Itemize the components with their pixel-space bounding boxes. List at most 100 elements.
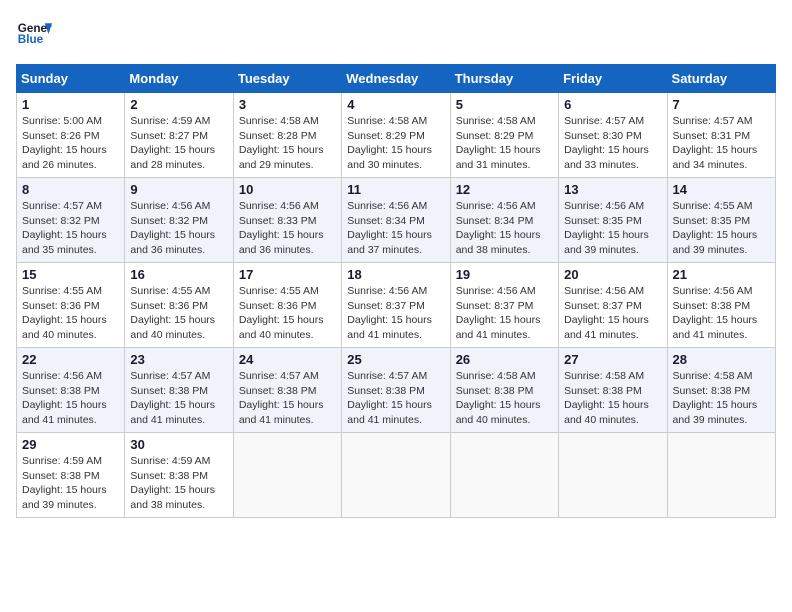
calendar-cell: 2 Sunrise: 4:59 AM Sunset: 8:27 PM Daylig… <box>125 93 233 178</box>
day-number: 11 <box>347 182 444 197</box>
day-number: 15 <box>22 267 119 282</box>
logo: General Blue <box>16 16 52 52</box>
calendar-cell: 8 Sunrise: 4:57 AM Sunset: 8:32 PM Daylig… <box>17 178 125 263</box>
calendar-cell: 14Sunrise: 4:55 AM Sunset: 8:35 PM Dayli… <box>667 178 775 263</box>
calendar-cell: 30 Sunrise: 4:59 AM Sunset: 8:38 PM Dayli… <box>125 433 233 518</box>
calendar-cell: 18 Sunrise: 4:56 AM Sunset: 8:37 PM Dayli… <box>342 263 450 348</box>
calendar-cell: 13 Sunrise: 4:56 AM Sunset: 8:35 PM Dayli… <box>559 178 667 263</box>
calendar-cell: 26 Sunrise: 4:58 AM Sunset: 8:38 PM Dayli… <box>450 348 558 433</box>
day-number: 2 <box>130 97 227 112</box>
logo-icon: General Blue <box>16 16 52 52</box>
day-info: Sunrise: 4:56 AM Sunset: 8:37 PM Dayligh… <box>564 284 661 343</box>
day-number: 27 <box>564 352 661 367</box>
day-info: Sunrise: 4:58 AM Sunset: 8:29 PM Dayligh… <box>456 114 553 173</box>
week-row-4: 22Sunrise: 4:56 AM Sunset: 8:38 PM Dayli… <box>17 348 776 433</box>
day-info: Sunrise: 4:56 AM Sunset: 8:38 PM Dayligh… <box>673 284 770 343</box>
day-info: Sunrise: 4:55 AM Sunset: 8:35 PM Dayligh… <box>673 199 770 258</box>
calendar-cell: 27 Sunrise: 4:58 AM Sunset: 8:38 PM Dayli… <box>559 348 667 433</box>
day-info: Sunrise: 4:55 AM Sunset: 8:36 PM Dayligh… <box>239 284 336 343</box>
day-number: 21 <box>673 267 770 282</box>
day-number: 23 <box>130 352 227 367</box>
calendar-cell: 24 Sunrise: 4:57 AM Sunset: 8:38 PM Dayli… <box>233 348 341 433</box>
calendar-cell: 29Sunrise: 4:59 AM Sunset: 8:38 PM Dayli… <box>17 433 125 518</box>
weekday-header-friday: Friday <box>559 65 667 93</box>
calendar-cell: 5 Sunrise: 4:58 AM Sunset: 8:29 PM Daylig… <box>450 93 558 178</box>
calendar-cell: 16 Sunrise: 4:55 AM Sunset: 8:36 PM Dayli… <box>125 263 233 348</box>
day-info: Sunrise: 4:58 AM Sunset: 8:28 PM Dayligh… <box>239 114 336 173</box>
day-number: 29 <box>22 437 119 452</box>
calendar-cell: 12 Sunrise: 4:56 AM Sunset: 8:34 PM Dayli… <box>450 178 558 263</box>
calendar-cell: 19 Sunrise: 4:56 AM Sunset: 8:37 PM Dayli… <box>450 263 558 348</box>
day-number: 9 <box>130 182 227 197</box>
calendar-cell: 20 Sunrise: 4:56 AM Sunset: 8:37 PM Dayli… <box>559 263 667 348</box>
calendar-cell <box>450 433 558 518</box>
day-number: 10 <box>239 182 336 197</box>
day-number: 16 <box>130 267 227 282</box>
calendar-cell: 10 Sunrise: 4:56 AM Sunset: 8:33 PM Dayli… <box>233 178 341 263</box>
calendar-cell: 28 Sunrise: 4:58 AM Sunset: 8:38 PM Dayli… <box>667 348 775 433</box>
day-info: Sunrise: 4:59 AM Sunset: 8:27 PM Dayligh… <box>130 114 227 173</box>
weekday-header-sunday: Sunday <box>17 65 125 93</box>
day-info: Sunrise: 4:56 AM Sunset: 8:32 PM Dayligh… <box>130 199 227 258</box>
calendar-table: SundayMondayTuesdayWednesdayThursdayFrid… <box>16 64 776 518</box>
day-number: 8 <box>22 182 119 197</box>
day-info: Sunrise: 4:57 AM Sunset: 8:31 PM Dayligh… <box>673 114 770 173</box>
weekday-header-monday: Monday <box>125 65 233 93</box>
weekday-header-saturday: Saturday <box>667 65 775 93</box>
header: General Blue <box>16 16 776 52</box>
day-info: Sunrise: 4:57 AM Sunset: 8:32 PM Dayligh… <box>22 199 119 258</box>
day-info: Sunrise: 4:55 AM Sunset: 8:36 PM Dayligh… <box>22 284 119 343</box>
day-number: 30 <box>130 437 227 452</box>
day-info: Sunrise: 4:56 AM Sunset: 8:33 PM Dayligh… <box>239 199 336 258</box>
calendar-cell <box>667 433 775 518</box>
calendar-cell: 3Sunrise: 4:58 AM Sunset: 8:28 PM Daylig… <box>233 93 341 178</box>
day-number: 19 <box>456 267 553 282</box>
calendar-cell <box>233 433 341 518</box>
day-info: Sunrise: 4:56 AM Sunset: 8:37 PM Dayligh… <box>456 284 553 343</box>
calendar-cell: 23 Sunrise: 4:57 AM Sunset: 8:38 PM Dayli… <box>125 348 233 433</box>
week-row-2: 8 Sunrise: 4:57 AM Sunset: 8:32 PM Daylig… <box>17 178 776 263</box>
calendar-cell: 11 Sunrise: 4:56 AM Sunset: 8:34 PM Dayli… <box>342 178 450 263</box>
day-number: 20 <box>564 267 661 282</box>
week-row-5: 29 Sunrise: 4:59 AM Sunset: 8:38 PM Dayli… <box>17 433 776 518</box>
day-info: Sunrise: 4:59 AM Sunset: 8:38 PM Dayligh… <box>130 454 227 513</box>
svg-text:Blue: Blue <box>18 33 44 46</box>
calendar-cell: 21 Sunrise: 4:56 AM Sunset: 8:38 PM Dayli… <box>667 263 775 348</box>
day-number: 28 <box>673 352 770 367</box>
day-info: Sunrise: 4:56 AM Sunset: 8:38 PM Dayligh… <box>22 369 119 428</box>
calendar-cell: 25 Sunrise: 4:57 AM Sunset: 8:38 PM Dayli… <box>342 348 450 433</box>
day-number: 5 <box>456 97 553 112</box>
day-number: 1 <box>22 97 119 112</box>
calendar-cell: 22Sunrise: 4:56 AM Sunset: 8:38 PM Dayli… <box>17 348 125 433</box>
day-info: Sunrise: 4:58 AM Sunset: 8:38 PM Dayligh… <box>456 369 553 428</box>
calendar-cell <box>559 433 667 518</box>
day-info: Sunrise: 4:57 AM Sunset: 8:38 PM Dayligh… <box>130 369 227 428</box>
day-number: 12 <box>456 182 553 197</box>
day-info: Sunrise: 5:00 AM Sunset: 8:26 PM Dayligh… <box>22 114 119 173</box>
day-info: Sunrise: 4:55 AM Sunset: 8:36 PM Dayligh… <box>130 284 227 343</box>
day-info: Sunrise: 4:56 AM Sunset: 8:37 PM Dayligh… <box>347 284 444 343</box>
day-number: 17 <box>239 267 336 282</box>
calendar-cell: 9 Sunrise: 4:56 AM Sunset: 8:32 PM Daylig… <box>125 178 233 263</box>
calendar-header-row: SundayMondayTuesdayWednesdayThursdayFrid… <box>17 65 776 93</box>
week-row-1: 1 Sunrise: 5:00 AM Sunset: 8:26 PM Daylig… <box>17 93 776 178</box>
day-number: 13 <box>564 182 661 197</box>
day-info: Sunrise: 4:57 AM Sunset: 8:38 PM Dayligh… <box>239 369 336 428</box>
day-info: Sunrise: 4:56 AM Sunset: 8:34 PM Dayligh… <box>456 199 553 258</box>
calendar-cell: 7 Sunrise: 4:57 AM Sunset: 8:31 PM Daylig… <box>667 93 775 178</box>
day-number: 25 <box>347 352 444 367</box>
day-info: Sunrise: 4:56 AM Sunset: 8:35 PM Dayligh… <box>564 199 661 258</box>
day-number: 7 <box>673 97 770 112</box>
day-number: 24 <box>239 352 336 367</box>
day-info: Sunrise: 4:56 AM Sunset: 8:34 PM Dayligh… <box>347 199 444 258</box>
day-info: Sunrise: 4:57 AM Sunset: 8:30 PM Dayligh… <box>564 114 661 173</box>
day-number: 18 <box>347 267 444 282</box>
weekday-header-thursday: Thursday <box>450 65 558 93</box>
calendar-cell: 1 Sunrise: 5:00 AM Sunset: 8:26 PM Daylig… <box>17 93 125 178</box>
day-info: Sunrise: 4:57 AM Sunset: 8:38 PM Dayligh… <box>347 369 444 428</box>
calendar-cell: 17 Sunrise: 4:55 AM Sunset: 8:36 PM Dayli… <box>233 263 341 348</box>
day-number: 26 <box>456 352 553 367</box>
day-info: Sunrise: 4:58 AM Sunset: 8:38 PM Dayligh… <box>564 369 661 428</box>
day-info: Sunrise: 4:58 AM Sunset: 8:38 PM Dayligh… <box>673 369 770 428</box>
day-number: 4 <box>347 97 444 112</box>
